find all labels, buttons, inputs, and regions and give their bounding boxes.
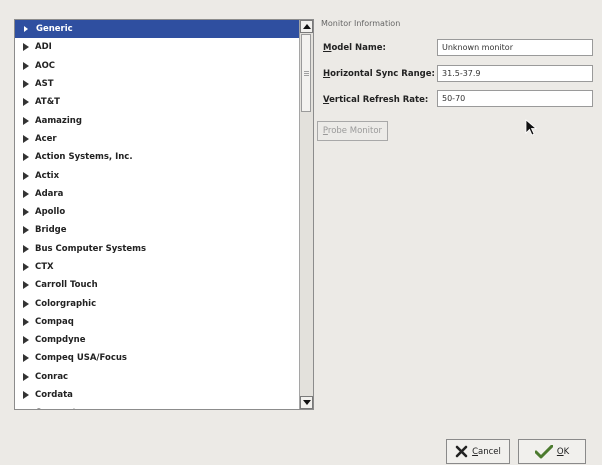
monitor-list-item-label: AST [35,79,54,90]
monitor-list-item[interactable]: Compdyne [15,331,299,349]
monitor-list-item-label: Bus Computer Systems [35,243,147,254]
grip-line [304,75,309,76]
grip-line [304,73,309,74]
monitor-list-item[interactable]: CTX [15,258,299,276]
expander-arrow-icon[interactable] [23,208,29,217]
mouse-cursor-icon [525,119,538,136]
monitor-list-item[interactable]: Aamazing [15,111,299,129]
monitor-list-item[interactable]: AST [15,75,299,93]
expander-arrow-icon[interactable] [23,189,29,198]
cancel-button[interactable]: Cancel [446,439,510,464]
arrow-down-icon [302,400,311,405]
label-text: odel Name: [331,43,386,53]
monitor-list-item[interactable]: AT&T [15,93,299,111]
monitor-list-item-label: AT&T [35,97,60,108]
checkmark-icon [534,444,553,459]
monitor-list-item[interactable]: Action Systems, Inc. [15,148,299,166]
expander-arrow-icon[interactable] [23,61,29,70]
expander-arrow-icon[interactable] [23,134,29,143]
monitor-list-item-label: Apollo [35,207,66,218]
grip-line [304,71,309,72]
mnemonic: O [556,446,564,457]
monitor-tree[interactable]: Generic ADI AOC AST AT&T Aamazing Acer Action S… [14,19,314,410]
expander-arrow-icon[interactable] [23,299,29,308]
scroll-down-button[interactable] [300,396,313,409]
monitor-list-item[interactable]: Cordata [15,386,299,404]
expander-arrow-icon[interactable] [23,80,29,89]
hsync-label: Horizontal Sync Range: [323,69,435,79]
vertical-scrollbar[interactable] [299,20,313,409]
expander-arrow-icon[interactable] [23,336,29,345]
scroll-up-button[interactable] [300,20,313,33]
expander-arrow-icon[interactable] [23,244,29,253]
monitor-list-item-label: Compaq [35,316,74,327]
monitor-list-item[interactable]: Conrac [15,368,299,386]
monitor-list-item[interactable]: Carroll Touch [15,276,299,294]
monitor-list-item[interactable]: AOC [15,57,299,75]
expander-arrow-icon[interactable] [23,372,29,381]
monitor-list-item[interactable]: Generic [15,20,299,39]
monitor-list-item[interactable]: Compeq USA/Focus [15,349,299,367]
monitor-list-item-label: Cordata [35,390,73,401]
monitor-list[interactable]: Generic ADI AOC AST AT&T Aamazing Acer Action S… [15,20,299,409]
expander-arrow-icon[interactable] [23,226,29,235]
expander-arrow-icon[interactable] [23,354,29,363]
monitor-list-item-label: Acer [35,133,57,144]
scroll-thumb[interactable] [301,34,311,112]
monitor-list-item[interactable]: Apollo [15,203,299,221]
ok-button[interactable]: OK [518,439,586,464]
probe-monitor-button[interactable]: Probe Monitor [317,121,388,141]
monitor-list-item-label: Compdyne [35,335,86,346]
monitor-list-item[interactable]: Adara [15,185,299,203]
model-name-label: Model Name: [323,43,386,53]
expander-arrow-icon[interactable] [23,116,29,125]
cancel-x-icon [455,445,468,458]
vrefresh-field[interactable]: 50-70 [437,90,593,107]
monitor-list-item[interactable]: Cornerstone [15,404,299,409]
monitor-list-item-label: Actix [35,170,60,181]
monitor-list-item-label: Compeq USA/Focus [35,353,127,364]
button-text: ancel [478,446,501,457]
arrow-up-icon [302,24,311,29]
monitor-list-item[interactable]: Compaq [15,313,299,331]
expander-arrow-icon[interactable] [23,263,29,271]
monitor-list-item-label: Aamazing [35,115,82,126]
monitor-list-item-label: Colorgraphic [35,298,97,309]
button-text: K [563,446,570,457]
hsync-field[interactable]: 31.5-37.9 [437,65,593,82]
monitor-list-item[interactable]: Bridge [15,221,299,239]
monitor-list-item-label: Generic [36,24,73,35]
monitor-list-item-label: Cornerstone [35,404,94,409]
expander-arrow-icon[interactable] [23,317,29,326]
monitor-list-item[interactable]: Bus Computer Systems [15,240,299,258]
monitor-list-item-label: ADI [35,42,52,53]
model-name-field[interactable]: Unknown monitor [437,39,593,56]
monitor-list-item-label: Conrac [35,371,69,382]
button-text: robe Monitor [327,126,383,136]
label-text: ertical Refresh Rate: [329,95,429,105]
monitor-list-item[interactable]: ADI [15,38,299,56]
expander-arrow-icon[interactable] [23,43,29,52]
vrefresh-label: Vertical Refresh Rate: [323,95,428,105]
expander-arrow-icon[interactable] [23,171,29,180]
monitor-list-item-label: AOC [35,60,56,71]
expander-arrow-icon[interactable] [24,26,28,33]
monitor-list-item[interactable]: Actix [15,166,299,184]
expander-arrow-icon[interactable] [23,153,29,162]
monitor-list-item-label: Carroll Touch [35,280,98,291]
expander-arrow-icon[interactable] [23,98,29,107]
expander-arrow-icon[interactable] [23,391,29,400]
monitor-list-item-label: Bridge [35,225,67,236]
label-text: orizontal Sync Range: [330,69,435,79]
monitor-list-item-label: Action Systems, Inc. [35,152,133,163]
section-title: Monitor Information [321,19,401,28]
monitor-list-item-label: CTX [35,262,54,272]
monitor-list-item-label: Adara [35,188,64,199]
expander-arrow-icon[interactable] [23,281,29,290]
monitor-list-item[interactable]: Acer [15,130,299,148]
monitor-list-item[interactable]: Colorgraphic [15,294,299,312]
